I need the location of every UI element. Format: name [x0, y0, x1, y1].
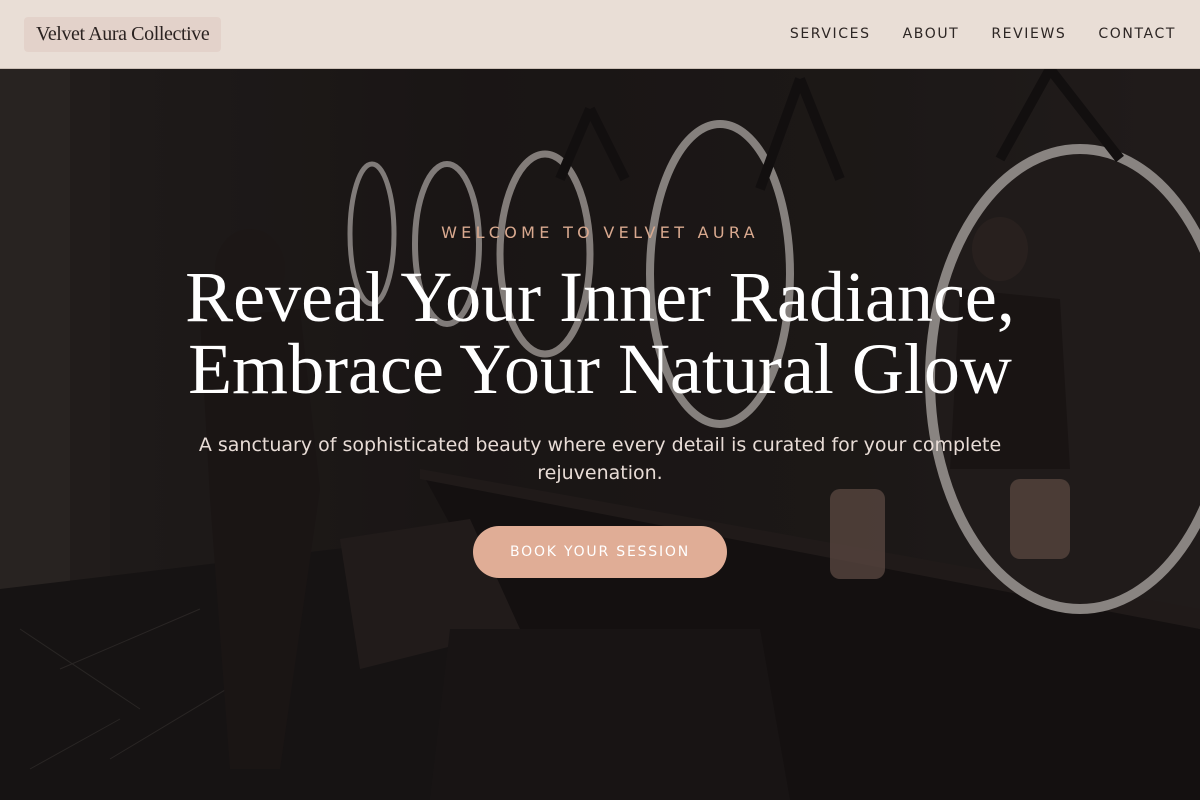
- book-session-button[interactable]: BOOK YOUR SESSION: [473, 526, 727, 578]
- nav-contact[interactable]: CONTACT: [1098, 26, 1176, 42]
- hero-subtitle: A sanctuary of sophisticated beauty wher…: [198, 434, 1002, 484]
- nav-reviews[interactable]: REVIEWS: [991, 26, 1066, 42]
- hero-section: WELCOME TO VELVET AURA Reveal Your Inner…: [0, 69, 1200, 800]
- hero-headline-line-1: Reveal Your Inner Radiance,: [185, 257, 1015, 337]
- hero-eyebrow: WELCOME TO VELVET AURA: [441, 223, 759, 242]
- brand-logo[interactable]: Velvet Aura Collective: [24, 16, 222, 52]
- nav-about[interactable]: ABOUT: [903, 26, 960, 42]
- hero-headline: Reveal Your Inner Radiance, Embrace Your…: [0, 261, 1200, 405]
- hero-headline-line-2: Embrace Your Natural Glow: [188, 329, 1012, 409]
- hero-content: WELCOME TO VELVET AURA Reveal Your Inner…: [0, 69, 1200, 800]
- main-nav: SERVICES ABOUT REVIEWS CONTACT: [790, 26, 1176, 42]
- nav-services[interactable]: SERVICES: [790, 26, 871, 42]
- site-header: Velvet Aura Collective SERVICES ABOUT RE…: [0, 0, 1200, 69]
